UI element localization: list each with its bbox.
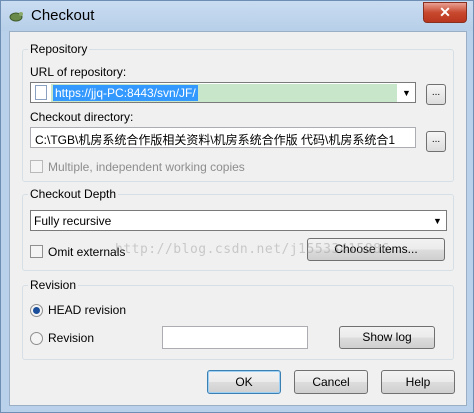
directory-browse-button[interactable]: ... xyxy=(426,131,446,152)
url-combobox[interactable]: https://jjq-PC:8443/svn/JF/ ▼ xyxy=(30,82,416,103)
checkout-directory-input[interactable]: C:\TGB\机房系统合作版相关资料\机房系统合作版 代码\机房系统合1 xyxy=(30,127,416,148)
cancel-button[interactable]: Cancel xyxy=(294,370,368,394)
checkout-dialog: Checkout ✕ Repository URL of repository:… xyxy=(0,0,474,413)
multiple-working-copies-label: Multiple, independent working copies xyxy=(48,160,245,174)
tortoise-svn-icon xyxy=(9,12,23,22)
checkout-depth-legend: Checkout Depth xyxy=(30,187,117,201)
checkout-directory-value: C:\TGB\机房系统合作版相关资料\机房系统合作版 代码\机房系统合1 xyxy=(35,133,396,147)
dialog-footer: OK Cancel Help xyxy=(9,363,467,406)
url-browse-button[interactable]: ... xyxy=(426,84,446,105)
omit-externals-checkbox[interactable] xyxy=(30,245,43,258)
title-bar[interactable]: Checkout ✕ xyxy=(1,1,473,31)
depth-dropdown-arrow-icon[interactable]: ▼ xyxy=(429,211,446,230)
multiple-working-copies-checkbox[interactable] xyxy=(30,160,43,173)
repository-legend: Repository xyxy=(30,42,88,56)
revision-label: Revision xyxy=(48,331,95,345)
url-label: URL of repository: xyxy=(30,65,127,79)
checkout-directory-label: Checkout directory: xyxy=(30,110,134,124)
revision-legend: Revision xyxy=(30,278,77,292)
head-revision-label: HEAD revision xyxy=(48,303,127,317)
dialog-body: Repository URL of repository: https://jj… xyxy=(9,31,467,365)
depth-selected-value: Fully recursive xyxy=(34,214,112,228)
url-dropdown-arrow-icon[interactable]: ▼ xyxy=(398,83,415,102)
revision-input[interactable] xyxy=(162,326,308,349)
ok-button[interactable]: OK xyxy=(207,370,281,394)
url-value[interactable]: https://jjq-PC:8443/svn/JF/ xyxy=(53,85,198,101)
help-button[interactable]: Help xyxy=(381,370,455,394)
watermark: http://blog.csdn.net/j15533415886 xyxy=(115,242,390,257)
omit-externals-label: Omit externals xyxy=(48,245,126,259)
revision-radio[interactable] xyxy=(30,332,43,345)
file-icon xyxy=(35,85,47,100)
depth-select[interactable]: Fully recursive ▼ xyxy=(30,210,447,231)
head-revision-radio[interactable] xyxy=(30,304,43,317)
close-button[interactable]: ✕ xyxy=(423,2,467,23)
window-title: Checkout xyxy=(31,7,95,24)
show-log-button[interactable]: Show log xyxy=(339,326,435,349)
